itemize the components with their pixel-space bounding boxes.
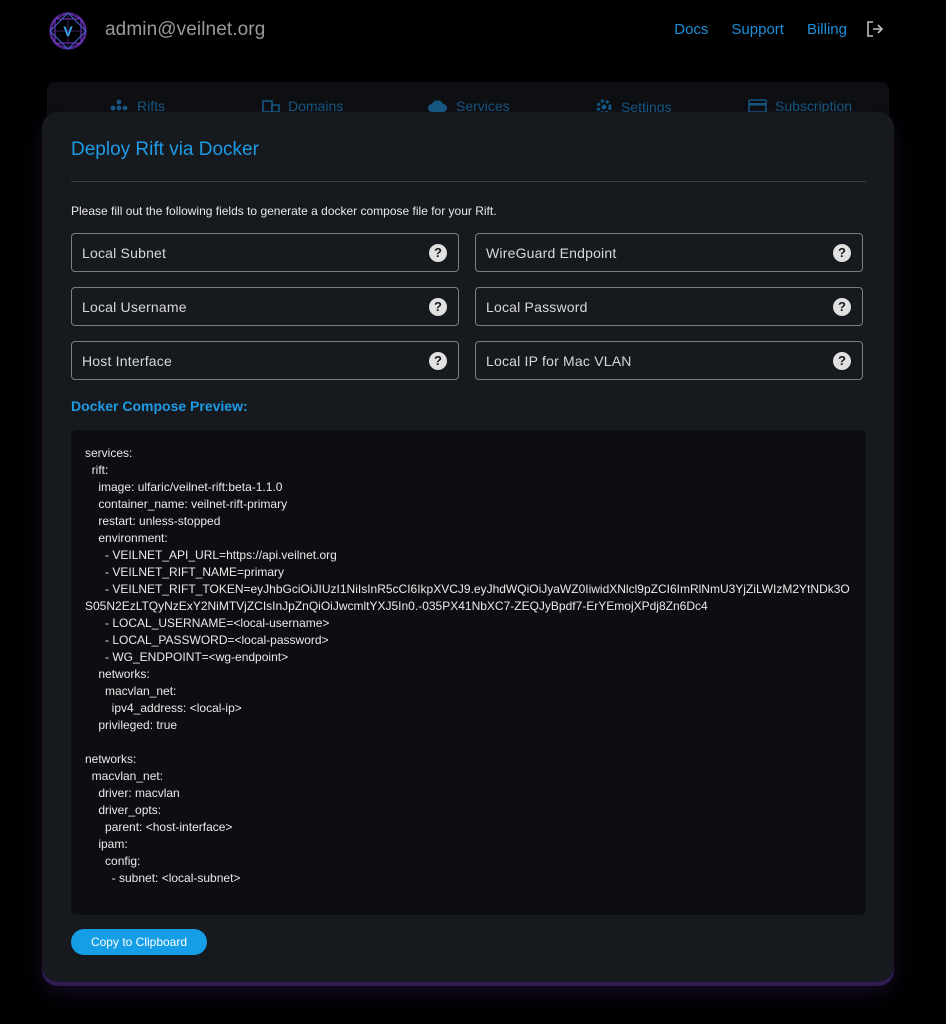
host-interface-label: Host Interface [82,353,172,369]
help-icon[interactable]: ? [833,298,851,316]
host-interface-field[interactable]: Host Interface ? [71,341,459,380]
local-password-label: Local Password [486,299,588,315]
local-username-field[interactable]: Local Username ? [71,287,459,326]
help-icon[interactable]: ? [429,244,447,262]
help-icon[interactable]: ? [429,352,447,370]
account-email: admin@veilnet.org [105,19,266,40]
compose-preview-label: Docker Compose Preview: [71,398,248,414]
help-icon[interactable]: ? [429,298,447,316]
support-link[interactable]: Support [731,21,784,38]
wireguard-endpoint-field[interactable]: WireGuard Endpoint ? [475,233,863,272]
header-links: Docs Support Billing [651,19,885,39]
logout-icon[interactable] [865,19,885,39]
title-divider [71,181,866,182]
help-icon[interactable]: ? [833,352,851,370]
domains-icon [262,100,280,113]
local-subnet-field[interactable]: Local Subnet ? [71,233,459,272]
billing-link[interactable]: Billing [807,21,847,38]
dialog-title: Deploy Rift via Docker [71,139,259,160]
svg-text:V: V [63,23,73,39]
cloud-icon [428,100,447,112]
help-icon[interactable]: ? [833,244,851,262]
deploy-rift-dialog: Deploy Rift via Docker Please fill out t… [42,112,894,982]
docs-link[interactable]: Docs [674,21,708,38]
compose-preview-box[interactable]: services: rift: image: ulfaric/veilnet-r… [71,430,866,915]
mac-vlan-ip-field[interactable]: Local IP for Mac VLAN ? [475,341,863,380]
wireguard-endpoint-label: WireGuard Endpoint [486,245,617,261]
local-password-field[interactable]: Local Password ? [475,287,863,326]
copy-to-clipboard-button[interactable]: Copy to Clipboard [71,929,207,955]
compose-preview-code[interactable]: services: rift: image: ulfaric/veilnet-r… [85,445,853,887]
mac-vlan-ip-label: Local IP for Mac VLAN [486,353,632,369]
dialog-description: Please fill out the following fields to … [71,204,497,218]
card-icon [748,99,767,113]
top-bar: V admin@veilnet.org Docs Support Billing [0,0,946,62]
veilnet-logo-icon[interactable]: V [48,11,88,51]
local-subnet-label: Local Subnet [82,245,167,261]
local-username-label: Local Username [82,299,187,315]
